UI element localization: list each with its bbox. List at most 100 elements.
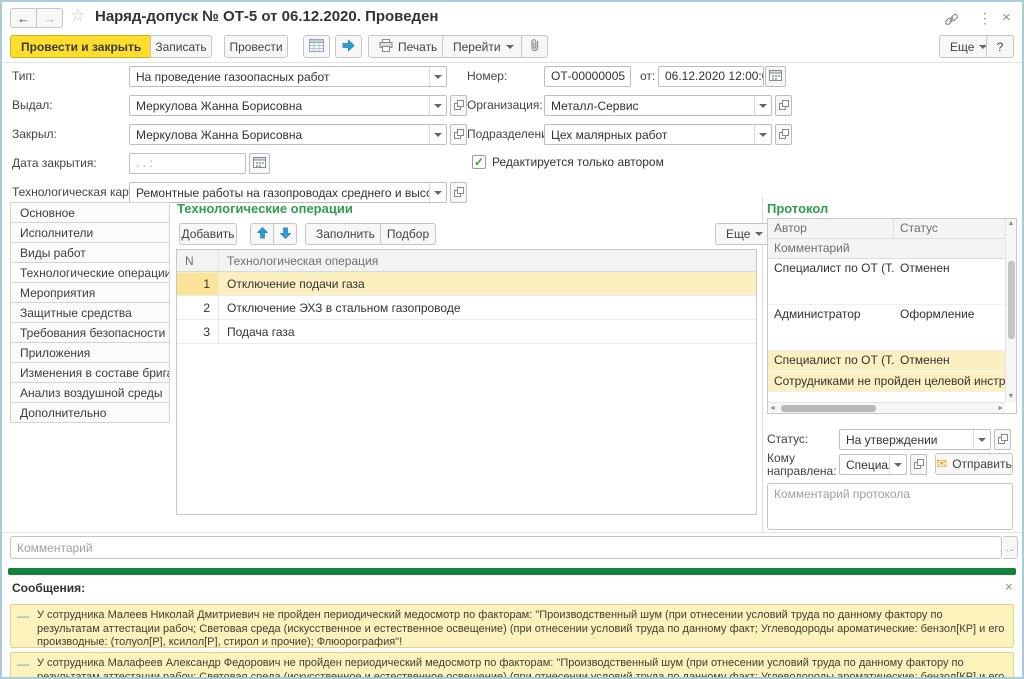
- number-input[interactable]: ОТ-00000005: [544, 66, 631, 87]
- post-and-close-button[interactable]: Провести и закрыть: [10, 35, 152, 58]
- type-label: Тип:: [12, 66, 35, 87]
- dropdown-icon[interactable]: [754, 125, 771, 144]
- close-date-calendar-button[interactable]: [249, 153, 270, 174]
- protocol-row-clipped[interactable]: [768, 391, 1016, 398]
- message-item[interactable]: — У сотрудника Малеев Николай Дмитриевич…: [10, 604, 1014, 648]
- messages-close-icon[interactable]: ×: [1005, 579, 1013, 594]
- status-select[interactable]: На утверждении: [839, 429, 991, 450]
- protocol-title: Протокол: [767, 201, 828, 216]
- window-close-icon[interactable]: ×: [1002, 9, 1011, 26]
- add-row-button[interactable]: Добавить: [179, 223, 237, 245]
- forward-button[interactable]: →: [36, 8, 63, 28]
- sidebar-item-osnovnoe[interactable]: Основное: [10, 202, 170, 223]
- type-select[interactable]: На проведение газоопасных работ: [129, 66, 447, 87]
- department-select[interactable]: Цех малярных работ: [544, 124, 772, 145]
- dropdown-icon[interactable]: [429, 125, 446, 144]
- scroll-up-icon[interactable]: ▲: [1006, 219, 1016, 229]
- protocol-row[interactable]: Администратор Оформление: [768, 305, 1016, 351]
- send-button[interactable]: ✉ Отправить: [935, 453, 1013, 475]
- issued-by-open-button[interactable]: [450, 95, 467, 116]
- tech-map-select[interactable]: Ремонтные работы на газопроводах среднег…: [129, 182, 447, 203]
- sidebar-item-vidy-rabot[interactable]: Виды работ: [10, 242, 170, 263]
- dropdown-icon[interactable]: [973, 430, 990, 449]
- vscroll-thumb[interactable]: [1008, 261, 1015, 339]
- report-structure-button[interactable]: [303, 35, 330, 58]
- grid-icon: [309, 39, 324, 55]
- close-date-label: Дата закрытия:: [12, 153, 97, 174]
- operations-table: N Технологическая операция 1 Отключение …: [176, 249, 757, 515]
- sidebar-item-prilozheniya[interactable]: Приложения: [10, 342, 170, 363]
- protocol-hscrollbar[interactable]: ◄ ►: [768, 402, 1005, 413]
- sidebar-item-meropriyatiya[interactable]: Мероприятия: [10, 282, 170, 303]
- operations-more-button[interactable]: Еще: [715, 223, 774, 245]
- open-icon: [998, 433, 1008, 447]
- sidebar-item-trebovaniya-bezopasnosti[interactable]: Требования безопасности: [10, 322, 170, 343]
- sent-to-select[interactable]: Специалис: [839, 454, 907, 475]
- sent-to-value: Специалис: [840, 455, 889, 474]
- comment-more-button[interactable]: ...: [1003, 536, 1018, 559]
- comment-input[interactable]: [10, 536, 1002, 559]
- messages-splitter[interactable]: [8, 568, 1016, 575]
- dropdown-icon[interactable]: [889, 455, 906, 474]
- tech-map-open-button[interactable]: [450, 182, 467, 203]
- issued-by-select[interactable]: Меркулова Жанна Борисовна: [129, 95, 447, 116]
- more-label: Еще: [726, 227, 750, 241]
- sidebar-item-tehnologicheskie-operacii[interactable]: Технологические операции: [10, 262, 170, 283]
- window-menu-icon[interactable]: ⋮: [978, 10, 992, 27]
- link-icon[interactable]: [944, 12, 959, 30]
- organization-select[interactable]: Металл-Сервис: [544, 95, 772, 116]
- message-dash-icon: —: [17, 609, 29, 643]
- hscroll-thumb[interactable]: [781, 405, 876, 412]
- table-row[interactable]: 3 Подача газа: [177, 320, 756, 344]
- table-row[interactable]: 2 Отключение ЭХЗ в стальном газопроводе: [177, 296, 756, 320]
- protocol-row[interactable]: Специалист по ОТ (Т... Отменен: [768, 259, 1016, 305]
- move-down-button[interactable]: [273, 223, 297, 245]
- department-open-button[interactable]: [775, 124, 792, 145]
- message-text: У сотрудника Малафеев Александр Федорови…: [37, 657, 1005, 679]
- close-date-input[interactable]: . . :: [129, 153, 246, 174]
- protocol-row-selected[interactable]: Специалист по ОТ (Т... Отменен Сотрудник…: [768, 351, 1016, 391]
- dropdown-icon[interactable]: [429, 183, 446, 202]
- col-comment: Комментарий: [768, 239, 856, 258]
- back-button[interactable]: ←: [10, 8, 37, 28]
- status-label: Статус:: [767, 429, 808, 450]
- tech-map-value: Ремонтные работы на газопроводах среднег…: [130, 183, 429, 202]
- help-button[interactable]: ?: [986, 35, 1014, 58]
- protocol-comment-input[interactable]: [767, 483, 1013, 530]
- save-button[interactable]: Записать: [150, 35, 212, 58]
- scroll-left-icon[interactable]: ◄: [769, 404, 776, 414]
- messages-title: Сообщения:: [12, 581, 85, 595]
- goto-button[interactable]: Перейти: [442, 35, 525, 58]
- favorite-star-icon[interactable]: ☆: [70, 6, 85, 26]
- related-documents-button[interactable]: [335, 35, 362, 58]
- sent-to-open-button[interactable]: [910, 454, 927, 475]
- sidebar-item-zashchitnye-sredstva[interactable]: Защитные средства: [10, 302, 170, 323]
- table-row[interactable]: 1 Отключение подачи газа: [177, 272, 756, 296]
- dropdown-icon[interactable]: [429, 67, 446, 86]
- sidebar-item-ispolniteli[interactable]: Исполнители: [10, 222, 170, 243]
- doc-date-calendar-button[interactable]: [765, 66, 786, 87]
- row-operation: Отключение ЭХЗ в стальном газопроводе: [219, 297, 756, 319]
- chevron-down-icon: [506, 45, 514, 49]
- organization-open-button[interactable]: [775, 95, 792, 116]
- closed-by-select[interactable]: Меркулова Жанна Борисовна: [129, 124, 447, 145]
- closed-by-open-button[interactable]: [450, 124, 467, 145]
- move-up-button[interactable]: [250, 223, 274, 245]
- pick-button[interactable]: Подбор: [380, 223, 436, 245]
- doc-date-input[interactable]: 06.12.2020 12:00:00: [658, 66, 764, 87]
- sidebar-item-analiz-vozdushnoy-sredy[interactable]: Анализ воздушной среды: [10, 382, 170, 403]
- author-only-checkbox-row[interactable]: ✓ Редактируется только автором: [472, 155, 664, 169]
- dropdown-icon[interactable]: [429, 96, 446, 115]
- sidebar-item-dopolnitelno[interactable]: Дополнительно: [10, 402, 170, 423]
- scroll-right-icon[interactable]: ►: [997, 404, 1004, 414]
- checkbox-checked-icon[interactable]: ✓: [472, 155, 486, 169]
- dropdown-icon[interactable]: [754, 96, 771, 115]
- sidebar-item-izmeneniya-v-sostave[interactable]: Изменения в составе бригады: [10, 362, 170, 383]
- status-open-button[interactable]: [994, 429, 1011, 450]
- attachments-button[interactable]: [521, 35, 548, 58]
- scroll-down-icon[interactable]: ▼: [1006, 392, 1016, 402]
- message-item[interactable]: — У сотрудника Малафеев Александр Федоро…: [10, 652, 1014, 679]
- panel-splitter[interactable]: [762, 198, 763, 532]
- post-button[interactable]: Провести: [224, 35, 288, 58]
- protocol-vscrollbar[interactable]: ▲ ▼: [1005, 219, 1016, 402]
